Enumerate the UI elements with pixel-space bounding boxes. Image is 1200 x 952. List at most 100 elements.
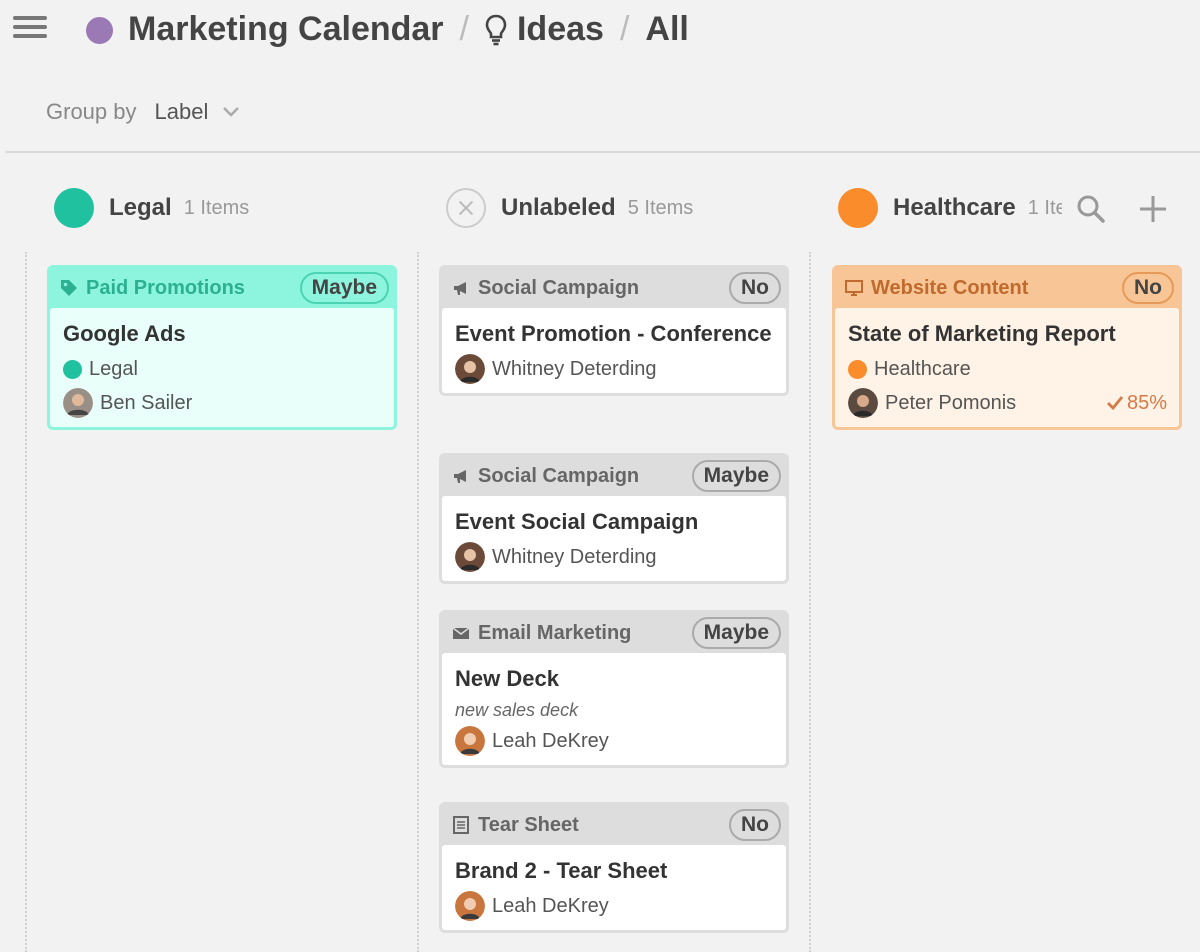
card-title[interactable]: Event Social Campaign <box>455 506 774 537</box>
search-icon[interactable] <box>1076 194 1106 224</box>
assignee-name: Leah DeKrey <box>492 729 609 752</box>
card-tag-label: Social Campaign <box>478 464 640 487</box>
app-header: Marketing Calendar / Ideas / All <box>0 0 1200 62</box>
card-label: Healthcare <box>848 355 1167 383</box>
card-tag-bar: Email Marketing Maybe <box>442 613 786 653</box>
megaphone-icon <box>454 282 466 295</box>
card-title[interactable]: Google Ads <box>63 318 382 349</box>
lightbulb-icon <box>485 14 507 45</box>
avatar <box>63 388 93 418</box>
status-badge[interactable]: Maybe <box>691 617 781 649</box>
status-badge[interactable]: Maybe <box>691 460 781 492</box>
card-body: State of Marketing Report Healthcare Pet… <box>835 308 1179 427</box>
unlabeled-x-icon <box>446 188 486 228</box>
card-title[interactable]: Event Promotion - Conference <box>455 318 774 349</box>
label-color-dot <box>848 359 867 379</box>
progress-indicator: 85% <box>1106 392 1167 415</box>
idea-card[interactable]: Tear Sheet No Brand 2 - Tear Sheet Leah … <box>439 802 789 933</box>
column-count: 1 Items <box>1027 196 1062 219</box>
card-tag-bar: Tear Sheet No <box>442 805 786 845</box>
card-body: New Deck new sales deck Leah DeKrey <box>442 653 786 765</box>
card-tag-label: Email Marketing <box>478 621 632 644</box>
label-color-dot <box>838 188 878 228</box>
card-tag-label: Tear Sheet <box>478 813 579 836</box>
column-divider <box>25 252 27 952</box>
card-body: Event Social Campaign Whitney Deterding <box>442 496 786 581</box>
menu-icon[interactable] <box>13 16 47 42</box>
card-tag-label: Social Campaign <box>478 276 640 299</box>
card-label-text: Healthcare <box>874 357 971 380</box>
card-body: Event Promotion - Conference Whitney Det… <box>442 308 786 393</box>
tag-icon <box>61 280 77 296</box>
idea-card[interactable]: Website Content No State of Marketing Re… <box>832 265 1182 430</box>
card-title[interactable]: State of Marketing Report <box>848 318 1167 349</box>
group-by-select[interactable]: Label <box>155 99 209 125</box>
column-header-legal: Legal 1 Items <box>54 187 249 229</box>
idea-card[interactable]: Email Marketing Maybe New Deck new sales… <box>439 610 789 768</box>
status-badge[interactable]: Maybe <box>299 272 389 304</box>
column-title: Healthcare <box>893 194 1016 221</box>
monitor-icon <box>845 280 863 296</box>
avatar <box>455 726 485 756</box>
envelope-icon <box>452 627 470 639</box>
breadcrumb-calendar[interactable]: Marketing Calendar <box>128 10 444 49</box>
progress-value: 85% <box>1126 391 1167 414</box>
card-description: new sales deck <box>455 700 579 720</box>
status-badge[interactable]: No <box>1122 272 1174 304</box>
breadcrumb-separator: / <box>619 10 630 48</box>
status-badge[interactable]: No <box>729 272 781 304</box>
card-assignee: Leah DeKrey <box>455 726 774 756</box>
breadcrumb-section[interactable]: Ideas <box>517 10 604 49</box>
status-badge[interactable]: No <box>729 809 781 841</box>
card-tag-bar: Social Campaign No <box>442 268 786 308</box>
checkmark-icon <box>1106 396 1124 411</box>
card-title[interactable]: New Deck <box>455 663 774 694</box>
breadcrumb-separator: / <box>459 10 469 48</box>
column-count: 1 Items <box>183 196 250 219</box>
avatar <box>848 388 878 418</box>
group-by-control: Group by Label <box>46 99 240 125</box>
card-tag-bar: Website Content No <box>835 268 1179 308</box>
label-color-dot <box>63 359 82 379</box>
chevron-down-icon[interactable] <box>222 106 240 118</box>
label-color-dot <box>54 188 94 228</box>
card-tag-bar: Paid Promotions Maybe <box>50 268 394 308</box>
column-header-healthcare: Healthcare 1 Items <box>838 187 1062 229</box>
document-icon <box>453 816 469 834</box>
idea-card[interactable]: Paid Promotions Maybe Google Ads Legal B… <box>47 265 397 430</box>
idea-card[interactable]: Social Campaign Maybe Event Social Campa… <box>439 453 789 584</box>
add-icon[interactable] <box>1138 194 1168 224</box>
card-tag-bar: Social Campaign Maybe <box>442 456 786 496</box>
divider <box>6 151 1200 153</box>
card-label-text: Legal <box>89 357 138 380</box>
card-tag-label: Website Content <box>871 276 1029 299</box>
assignee-name: Peter Pomonis <box>885 391 1017 414</box>
group-by-label: Group by <box>46 99 137 124</box>
card-tag-label: Paid Promotions <box>86 276 245 299</box>
breadcrumb-view[interactable]: All <box>645 10 688 49</box>
column-divider <box>417 252 419 952</box>
card-assignee: Whitney Deterding <box>455 542 774 572</box>
card-body: Google Ads Legal Ben Sailer <box>50 308 394 427</box>
card-assignee: Peter Pomonis 85% <box>848 388 1167 418</box>
column-count: 5 Items <box>627 196 694 219</box>
avatar <box>455 542 485 572</box>
card-label: Legal <box>63 355 382 383</box>
avatar <box>455 354 485 384</box>
column-title: Legal <box>109 194 172 221</box>
idea-card[interactable]: Social Campaign No Event Promotion - Con… <box>439 265 789 396</box>
card-assignee: Ben Sailer <box>63 388 382 418</box>
card-assignee: Whitney Deterding <box>455 354 774 384</box>
column-title: Unlabeled <box>501 194 616 221</box>
assignee-name: Leah DeKrey <box>492 894 609 917</box>
card-title[interactable]: Brand 2 - Tear Sheet <box>455 855 774 886</box>
breadcrumb: Marketing Calendar / Ideas / All <box>128 10 689 49</box>
megaphone-icon <box>454 470 466 483</box>
assignee-name: Ben Sailer <box>100 391 193 414</box>
avatar <box>455 891 485 921</box>
card-body: Brand 2 - Tear Sheet Leah DeKrey <box>442 845 786 930</box>
assignee-name: Whitney Deterding <box>492 357 657 380</box>
assignee-name: Whitney Deterding <box>492 545 657 568</box>
card-assignee: Leah DeKrey <box>455 891 774 921</box>
column-header-unlabeled: Unlabeled 5 Items <box>446 187 693 229</box>
